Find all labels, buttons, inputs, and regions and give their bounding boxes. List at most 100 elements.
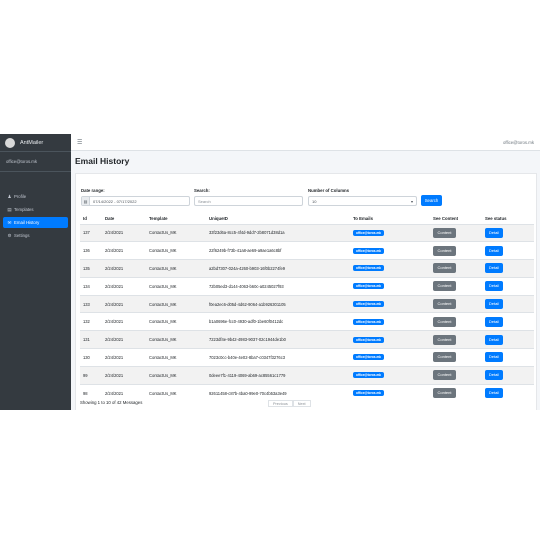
cell-see-content: Content (430, 223, 482, 242)
col-header-uniqueid[interactable]: UniqueID (206, 213, 350, 225)
date-range-label: Date range: (81, 188, 105, 193)
content-button[interactable]: Content (433, 245, 456, 256)
content-button[interactable]: Content (433, 227, 456, 238)
sidebar-item-templates[interactable]: ▤ Templates (3, 204, 68, 215)
detail-button[interactable]: Detail (485, 352, 503, 363)
search-button[interactable]: Search (421, 195, 442, 206)
sidebar-item-profile[interactable]: ♟ Profile (3, 191, 68, 202)
email-badge: office@toros.mk (353, 318, 385, 325)
col-header-date[interactable]: Date (102, 213, 146, 225)
col-header-see-content[interactable]: See Content (430, 213, 482, 225)
cell-uniqueid: 72b05ed3-d144-4063-b60c-a0245027f93 (206, 276, 350, 296)
cell-uniqueid: f0ea2ec6-d05d-4d62-9064-a1b926301105 (206, 294, 350, 313)
search-placeholder: Search (198, 198, 211, 204)
gear-icon: ⚙ (7, 232, 12, 238)
cell-see-status: Detail (482, 365, 534, 385)
columns-select[interactable]: 10 ▾ (308, 196, 417, 206)
content-button[interactable]: Content (433, 388, 456, 399)
cell-uniqueid: 7023c0cc-b40e-4e02-8ba7-c0347f3276c3 (206, 348, 350, 367)
user-icon: ♟ (7, 193, 12, 199)
cell-see-status: Detail (482, 383, 534, 402)
user-email[interactable]: office@toros.mk (6, 159, 37, 164)
sidebar-item-email-history[interactable]: ✉ Email History (3, 217, 68, 228)
columns-label: Number of Columns (308, 188, 350, 193)
col-header-to-emails[interactable]: To Emails (350, 213, 430, 225)
content-button[interactable]: Content (433, 370, 456, 381)
detail-button[interactable]: Detail (485, 388, 503, 399)
cell-template: ContactUs_MK (146, 312, 206, 331)
table-header-row: Id Date Template UniqueID To Emails See … (80, 213, 534, 225)
content-button[interactable]: Content (433, 352, 456, 363)
cell-template: ContactUs_MK (146, 223, 206, 242)
content-button[interactable]: Content (433, 334, 456, 345)
cell-uniqueid: 7223df4e-9b42-4983-9037-02c1944de1b0 (206, 330, 350, 349)
cell-see-status: Detail (482, 312, 534, 331)
sidebar-item-label: Settings (14, 233, 30, 238)
detail-button[interactable]: Detail (485, 334, 503, 345)
date-range-value: 07/14/2022 - 07/17/2022 (93, 198, 137, 204)
cell-see-content: Content (430, 259, 482, 278)
search-input[interactable]: Search (194, 196, 303, 206)
cell-date: 2/24/2021 (102, 259, 146, 278)
email-badge: office@toros.mk (353, 283, 385, 290)
cell-to-emails: office@toros.mk (350, 223, 430, 242)
content-button[interactable]: Content (433, 316, 456, 327)
hamburger-icon[interactable]: ☰ (77, 139, 82, 146)
pagination-previous-button[interactable]: Previous (268, 400, 293, 407)
detail-button[interactable]: Detail (485, 245, 503, 256)
date-range-input[interactable]: ▤ 07/14/2022 - 07/17/2022 (81, 196, 190, 206)
cell-date: 2/24/2021 (102, 365, 146, 385)
col-header-template[interactable]: Template (146, 213, 206, 225)
cell-id: 134 (80, 276, 102, 296)
cell-uniqueid: 0deee7f1-4119-4069-ab69-ac85561c1779 (206, 365, 350, 385)
col-header-see-status[interactable]: See status (482, 213, 534, 225)
cell-id: 137 (80, 223, 102, 242)
cell-to-emails: office@toros.mk (350, 294, 430, 313)
cell-uniqueid: a2bd7307-024a-4260-b903-16f0b2274fe9 (206, 259, 350, 278)
detail-button[interactable]: Detail (485, 299, 503, 310)
content-button[interactable]: Content (433, 263, 456, 274)
detail-button[interactable]: Detail (485, 370, 503, 381)
cell-template: ContactUs_MK (146, 330, 206, 349)
content-button[interactable]: Content (433, 299, 456, 310)
col-header-id[interactable]: Id (80, 213, 102, 225)
cell-id: 130 (80, 348, 102, 367)
cell-id: 136 (80, 241, 102, 260)
email-badge: office@toros.mk (353, 372, 385, 379)
content-button[interactable]: Content (433, 281, 456, 292)
cell-date: 2/24/2021 (102, 241, 146, 260)
cell-id: 132 (80, 312, 102, 331)
pagination-next-button[interactable]: Next (292, 400, 311, 407)
email-badge: office@toros.mk (353, 229, 385, 236)
top-user-email[interactable]: office@toros.mk (503, 140, 534, 145)
email-badge: office@toros.mk (353, 390, 385, 397)
cell-id: 99 (80, 365, 102, 385)
table-row: 130 2/24/2021 ContactUs_MK 7023c0cc-b40e… (80, 348, 534, 367)
brand[interactable]: AntMailer (0, 134, 71, 152)
caret-down-icon: ▾ (410, 198, 413, 204)
sidebar: AntMailer office@toros.mk ♟ Profile ▤ Te… (0, 134, 71, 410)
cell-see-content: Content (430, 312, 482, 331)
cell-to-emails: office@toros.mk (350, 259, 430, 278)
email-badge: office@toros.mk (353, 265, 385, 272)
sidebar-item-label: Templates (14, 207, 34, 212)
detail-button[interactable]: Detail (485, 227, 503, 238)
cell-uniqueid: 33f23d6a-8cc5-4f4d-9dd7-2b8071d38d1a (206, 223, 350, 242)
cell-see-status: Detail (482, 259, 534, 278)
cell-see-content: Content (430, 383, 482, 402)
cell-template: ContactUs_MK (146, 259, 206, 278)
sidebar-item-settings[interactable]: ⚙ Settings (3, 230, 68, 241)
detail-button[interactable]: Detail (485, 281, 503, 292)
cell-date: 2/24/2021 (102, 294, 146, 313)
cell-see-status: Detail (482, 294, 534, 313)
cell-to-emails: office@toros.mk (350, 241, 430, 260)
table-row: 133 2/24/2021 ContactUs_MK f0ea2ec6-d05d… (80, 294, 534, 313)
cell-date: 2/24/2021 (102, 276, 146, 296)
cell-see-content: Content (430, 276, 482, 296)
cell-template: ContactUs_MK (146, 383, 206, 402)
email-history-card: Date range: ▤ 07/14/2022 - 07/17/2022 Se… (75, 173, 537, 410)
cell-see-content: Content (430, 365, 482, 385)
detail-button[interactable]: Detail (485, 263, 503, 274)
cell-template: ContactUs_MK (146, 365, 206, 385)
detail-button[interactable]: Detail (485, 316, 503, 327)
